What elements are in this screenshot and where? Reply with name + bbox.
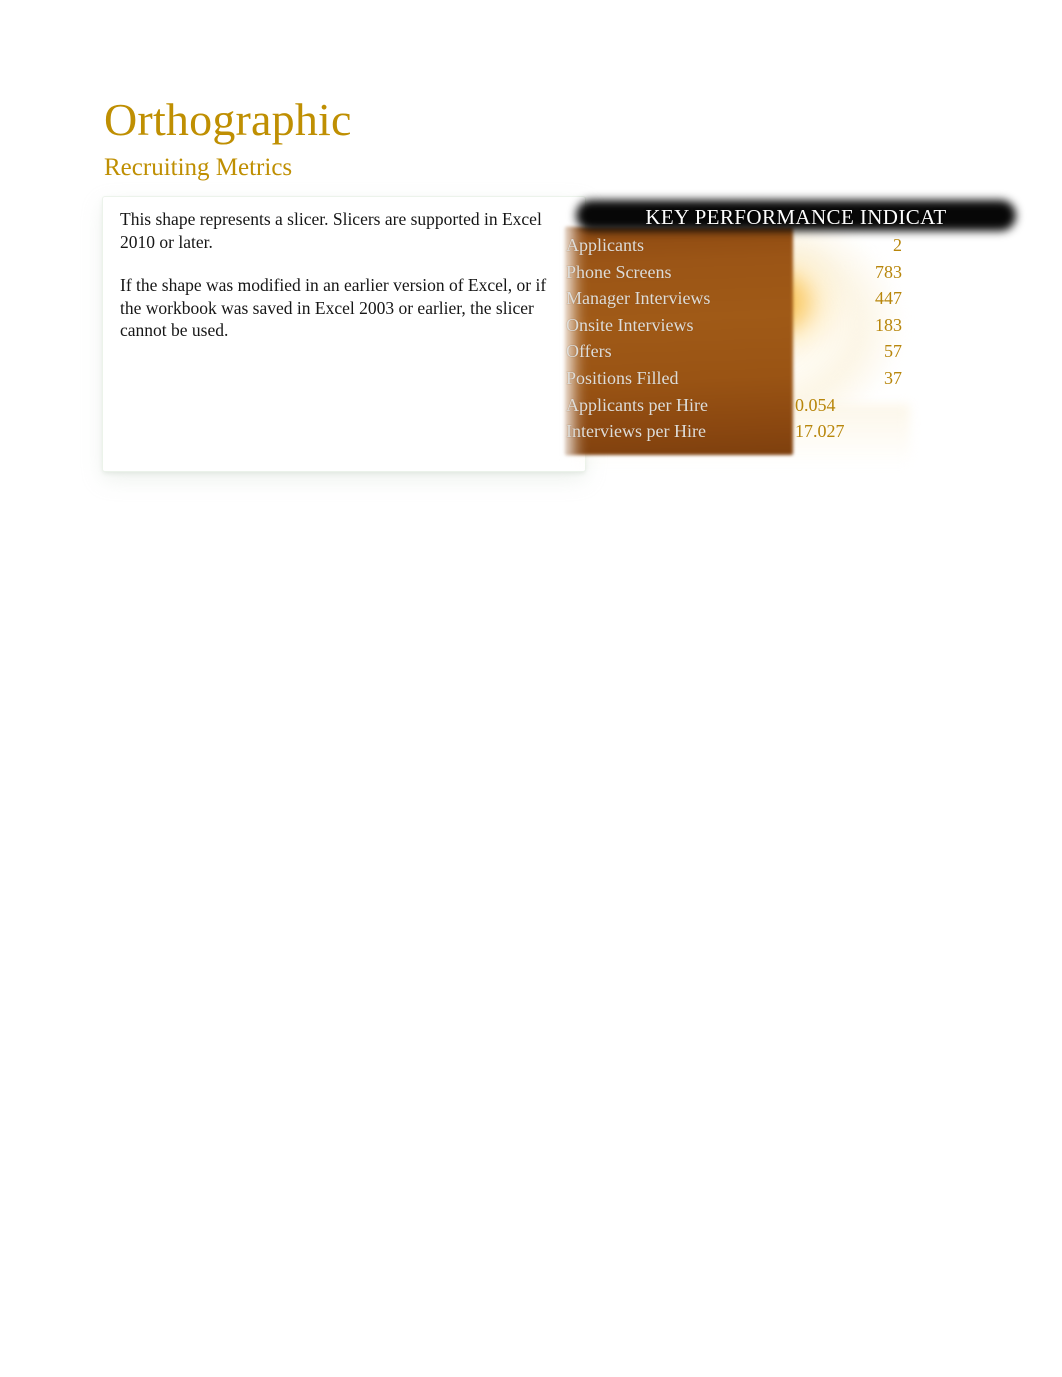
kpi-row-label: Applicants xyxy=(566,235,644,255)
kpi-row-value: 783 xyxy=(875,261,902,282)
kpi-row[interactable]: Interviews per Hire 17.027 xyxy=(560,418,1022,445)
kpi-row-value: 183 xyxy=(875,314,902,335)
kpi-row-label: Positions Filled xyxy=(566,367,679,388)
kpi-row[interactable]: Phone Screens 783 xyxy=(560,259,1022,286)
kpi-row-value: 37 xyxy=(884,367,902,388)
kpi-row[interactable]: Applicants per Hire 0.054 xyxy=(560,392,1022,419)
kpi-row-label: Onsite Interviews xyxy=(566,314,694,335)
kpi-row[interactable]: Positions Filled 37 xyxy=(560,365,1022,392)
page-subtitle: Recruiting Metrics xyxy=(104,154,293,181)
kpi-row-label: Interviews per Hire xyxy=(566,421,706,442)
kpi-row-value: 447 xyxy=(875,288,902,309)
slicer-note-body: This shape represents a slicer. Slicers … xyxy=(120,208,571,342)
page-title: Orthographic xyxy=(104,94,352,145)
kpi-row-list: Applicants 2 Phone Screens 783 Manager Inter… xyxy=(560,232,1022,445)
kpi-row-value: 0.054 xyxy=(795,394,836,415)
kpi-header-title: KEY PERFORMANCE INDICAT xyxy=(645,205,947,229)
kpi-row-label: Manager Interviews xyxy=(566,288,711,309)
kpi-row-label: Phone Screens xyxy=(566,261,672,282)
slicer-note-card: This shape represents a slicer. Slicers … xyxy=(103,197,585,471)
kpi-row-label: Offers xyxy=(566,341,612,362)
kpi-row[interactable]: Manager Interviews 447 xyxy=(560,285,1022,312)
slicer-note-paragraph-2: If the shape was modified in an earlier … xyxy=(120,275,547,340)
kpi-row-value: 57 xyxy=(884,341,902,362)
kpi-row[interactable]: Applicants 2 xyxy=(560,232,1022,259)
kpi-row-value: 2 xyxy=(893,235,902,255)
kpi-row-label: Applicants per Hire xyxy=(566,394,708,415)
kpi-row-value: 17.027 xyxy=(795,421,845,442)
title-area: Orthographic Recruiting Metrics xyxy=(104,92,804,184)
slicer-note-paragraph-1: This shape represents a slicer. Slicers … xyxy=(120,209,542,252)
kpi-row[interactable]: Onsite Interviews 183 xyxy=(560,312,1022,339)
kpi-panel[interactable]: KEY PERFORMANCE INDICAT Applicants 2 Phone… xyxy=(560,190,1022,480)
kpi-row[interactable]: Offers 57 xyxy=(560,338,1022,365)
